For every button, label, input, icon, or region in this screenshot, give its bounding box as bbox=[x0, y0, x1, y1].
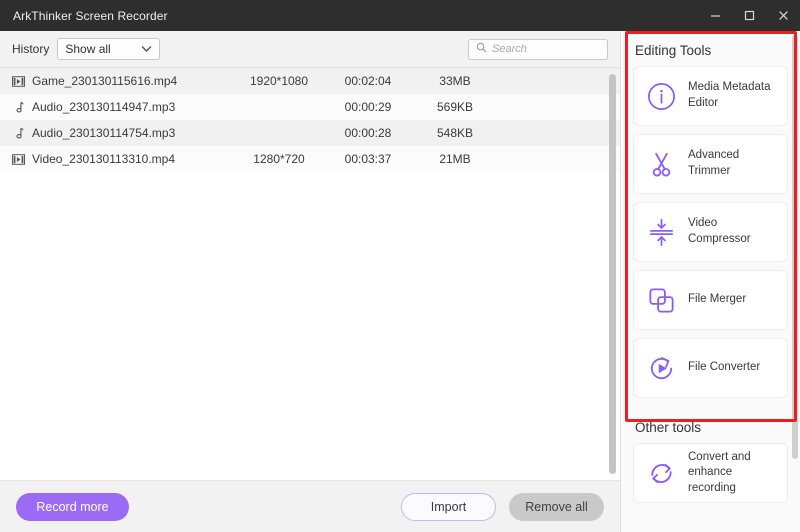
history-label: History bbox=[12, 42, 50, 56]
tool-card-video-compressor[interactable]: Video Compressor bbox=[633, 202, 788, 262]
file-duration-cell: 00:03:37 bbox=[344, 152, 392, 166]
file-list-scroll-thumb[interactable] bbox=[609, 74, 616, 474]
window-title: ArkThinker Screen Recorder bbox=[13, 8, 168, 23]
minimize-icon bbox=[709, 9, 722, 22]
file-size-cell: 569KB bbox=[436, 100, 474, 114]
minimize-button[interactable] bbox=[698, 0, 732, 31]
file-list-rows: Game_230130115616.mp4 1920*1080 00:02:04 33… bbox=[0, 68, 620, 172]
close-button[interactable] bbox=[766, 0, 800, 31]
sidebar-scrollbar[interactable] bbox=[792, 35, 798, 528]
tools-sidebar: Editing Tools Media Metadata Editor Advan… bbox=[620, 31, 800, 532]
file-name-label: Video_230130113310.mp4 bbox=[32, 152, 176, 166]
other-tools-section: Other tools Convert and enhance recordin… bbox=[621, 408, 800, 503]
audio-file-icon bbox=[12, 127, 25, 140]
refresh-circle-icon bbox=[644, 458, 678, 489]
file-duration-cell: 00:00:28 bbox=[344, 126, 392, 140]
chevron-down-icon bbox=[141, 40, 152, 58]
tool-card-file-merger[interactable]: File Merger bbox=[633, 270, 788, 330]
editing-tools-title: Editing Tools bbox=[635, 43, 712, 58]
file-list: Game_230130115616.mp4 1920*1080 00:02:04 33… bbox=[0, 67, 620, 480]
tool-label: Convert and enhance recording bbox=[688, 450, 751, 494]
file-name-cell: Video_230130113310.mp4 bbox=[0, 152, 236, 166]
record-more-button[interactable]: Record more bbox=[16, 492, 129, 521]
tool-card-convert-and-enhance-recording[interactable]: Convert and enhance recording bbox=[633, 443, 788, 503]
file-resolution-cell: 1280*720 bbox=[253, 152, 305, 166]
scissors-icon bbox=[644, 149, 678, 180]
table-row[interactable]: Audio_230130114947.mp3 00:00:29 569KB bbox=[0, 94, 620, 120]
import-button[interactable]: Import bbox=[401, 492, 496, 521]
table-row[interactable]: Game_230130115616.mp4 1920*1080 00:02:04 33… bbox=[0, 68, 620, 94]
other-tools-title: Other tools bbox=[635, 420, 702, 435]
tool-label: Advanced Trimmer bbox=[688, 149, 740, 177]
table-row[interactable]: Video_230130113310.mp4 1280*720 00:03:37 21… bbox=[0, 146, 620, 172]
sidebar-scroll-thumb[interactable] bbox=[792, 35, 798, 459]
bottom-action-bar: Record more Import Remove all bbox=[0, 480, 620, 532]
window-controls bbox=[698, 0, 800, 31]
maximize-icon bbox=[743, 9, 756, 22]
table-row[interactable]: Audio_230130114754.mp3 00:00:28 548KB bbox=[0, 120, 620, 146]
file-name-cell: Game_230130115616.mp4 bbox=[0, 74, 236, 88]
close-icon bbox=[777, 9, 790, 22]
file-resolution-cell: 1920*1080 bbox=[249, 74, 309, 88]
file-name-cell: Audio_230130114754.mp3 bbox=[0, 126, 236, 140]
convert-play-icon bbox=[644, 353, 678, 384]
maximize-button[interactable] bbox=[732, 0, 766, 31]
editing-tools-list: Media Metadata Editor Advanced Trimmer Vid… bbox=[621, 66, 800, 398]
tool-label: File Merger bbox=[688, 293, 747, 306]
list-toolbar: History Show all bbox=[0, 31, 620, 67]
search-icon bbox=[476, 40, 487, 58]
file-name-label: Audio_230130114754.mp3 bbox=[32, 126, 176, 140]
search-box[interactable] bbox=[468, 38, 608, 60]
info-circle-icon bbox=[644, 81, 678, 112]
tool-label: File Converter bbox=[688, 361, 761, 374]
tool-label: Video Compressor bbox=[688, 217, 751, 245]
file-duration-cell: 00:00:29 bbox=[344, 100, 392, 114]
title-bar: ArkThinker Screen Recorder bbox=[0, 0, 800, 31]
audio-file-icon bbox=[12, 101, 25, 114]
file-name-label: Game_230130115616.mp4 bbox=[32, 74, 178, 88]
file-list-scrollbar[interactable] bbox=[609, 74, 616, 474]
merge-squares-icon bbox=[644, 285, 678, 316]
search-input[interactable] bbox=[492, 43, 600, 55]
video-file-icon bbox=[12, 75, 25, 87]
file-duration-cell: 00:02:04 bbox=[344, 74, 392, 88]
remove-all-button[interactable]: Remove all bbox=[509, 492, 604, 521]
history-filter-value: Show all bbox=[65, 42, 111, 56]
recordings-panel: History Show all Game_230130115616.mp4 19… bbox=[0, 31, 620, 532]
file-size-cell: 33MB bbox=[439, 74, 471, 88]
tool-card-media-metadata-editor[interactable]: Media Metadata Editor bbox=[633, 66, 788, 126]
window-body: History Show all Game_230130115616.mp4 19… bbox=[0, 31, 800, 532]
tool-card-advanced-trimmer[interactable]: Advanced Trimmer bbox=[633, 134, 788, 194]
tool-card-file-converter[interactable]: File Converter bbox=[633, 338, 788, 398]
other-tools-list: Convert and enhance recording bbox=[621, 443, 800, 503]
tool-label: Media Metadata Editor bbox=[688, 81, 771, 109]
file-size-cell: 548KB bbox=[436, 126, 474, 140]
file-name-cell: Audio_230130114947.mp3 bbox=[0, 100, 236, 114]
compress-icon bbox=[644, 217, 678, 248]
history-filter-select[interactable]: Show all bbox=[57, 38, 161, 60]
file-size-cell: 21MB bbox=[439, 152, 471, 166]
video-file-icon bbox=[12, 153, 25, 165]
file-name-label: Audio_230130114947.mp3 bbox=[32, 100, 176, 114]
application-window: ArkThinker Screen Recorder History Show … bbox=[0, 0, 800, 532]
